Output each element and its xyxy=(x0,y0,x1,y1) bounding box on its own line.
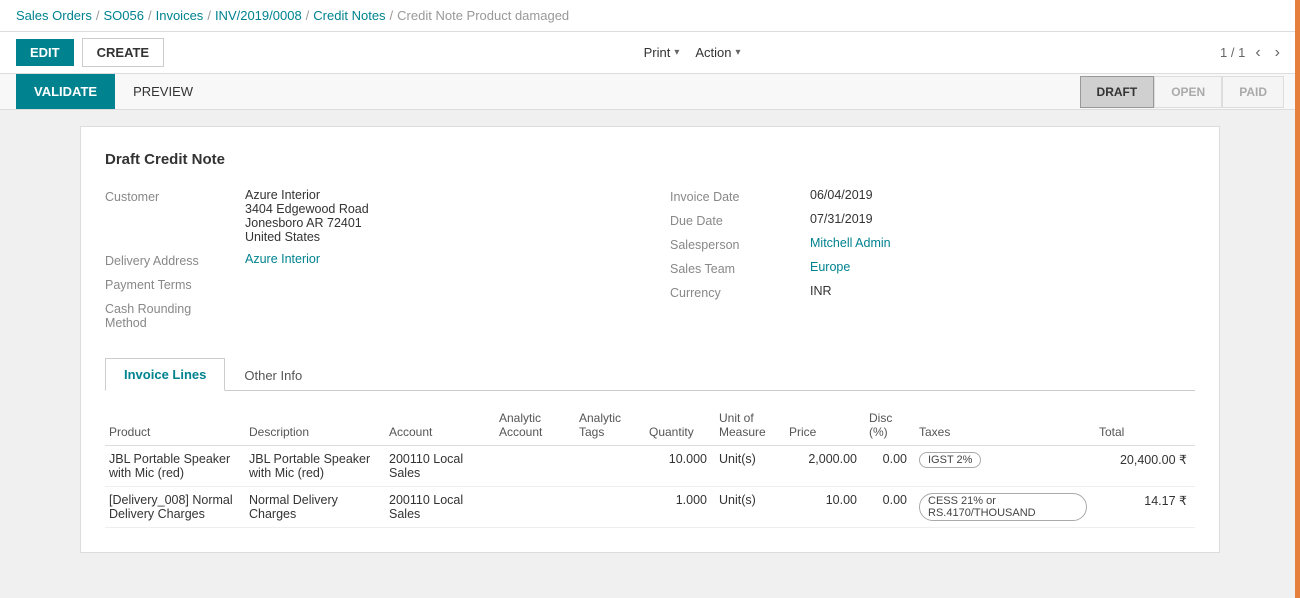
main-content: Draft Credit Note Customer Azure Interio… xyxy=(0,110,1300,569)
status-indicators: DRAFT OPEN PAID xyxy=(1080,76,1284,108)
row2-desc: Normal Delivery Charges xyxy=(245,487,385,528)
breadcrumb-sales-orders[interactable]: Sales Orders xyxy=(16,8,92,23)
col-header-qty: Quantity xyxy=(645,407,715,446)
row2-qty: 1.000 xyxy=(645,487,715,528)
invoice-date-value: 06/04/2019 xyxy=(810,188,873,202)
form-left: Customer Azure Interior 3404 Edgewood Ro… xyxy=(105,188,630,338)
due-date-field: Due Date 07/31/2019 xyxy=(670,212,1195,228)
col-header-account: Account xyxy=(385,407,495,446)
row1-product: JBL Portable Speaker with Mic (red) xyxy=(105,446,245,487)
breadcrumb-so056[interactable]: SO056 xyxy=(104,8,144,23)
tab-bar: Invoice Lines Other Info xyxy=(105,358,1195,391)
col-header-uom: Unit of Measure xyxy=(715,407,785,446)
row1-analytic-acc xyxy=(495,446,575,487)
invoice-lines-table: Product Description Account Analytic Acc… xyxy=(105,407,1195,528)
prev-button[interactable]: ‹ xyxy=(1251,44,1264,62)
row1-total: 20,400.00 ₹ xyxy=(1095,446,1195,487)
sales-team-field: Sales Team Europe xyxy=(670,260,1195,276)
salesperson-link[interactable]: Mitchell Admin xyxy=(810,236,891,250)
customer-addr1: 3404 Edgewood Road xyxy=(245,202,369,216)
row2-account: 200110 Local Sales xyxy=(385,487,495,528)
breadcrumb-current-page: Credit Note Product damaged xyxy=(397,8,569,23)
breadcrumb-invoices[interactable]: Invoices xyxy=(156,8,204,23)
status-draft: DRAFT xyxy=(1080,76,1155,108)
right-accent xyxy=(1295,0,1300,598)
row2-analytic-acc xyxy=(495,487,575,528)
row2-product: [Delivery_008] Normal Delivery Charges xyxy=(105,487,245,528)
row2-price: 10.00 xyxy=(785,487,865,528)
tab-other-info[interactable]: Other Info xyxy=(225,358,321,391)
invoice-date-field: Invoice Date 06/04/2019 xyxy=(670,188,1195,204)
row1-analytic-tags xyxy=(575,446,645,487)
customer-country-link[interactable]: United States xyxy=(245,230,369,244)
customer-name-link[interactable]: Azure Interior xyxy=(245,188,320,202)
table-row: JBL Portable Speaker with Mic (red) JBL … xyxy=(105,446,1195,487)
form-card: Draft Credit Note Customer Azure Interio… xyxy=(80,126,1220,553)
row1-price: 2,000.00 xyxy=(785,446,865,487)
next-button[interactable]: › xyxy=(1271,44,1284,62)
form-grid: Customer Azure Interior 3404 Edgewood Ro… xyxy=(105,188,1195,338)
action-caret-icon: ▾ xyxy=(736,47,741,58)
row1-qty: 10.000 xyxy=(645,446,715,487)
row1-disc: 0.00 xyxy=(865,446,915,487)
delivery-value-link[interactable]: Azure Interior xyxy=(245,252,320,266)
col-header-taxes: Taxes xyxy=(915,407,1095,446)
validate-button[interactable]: VALIDATE xyxy=(16,74,115,109)
form-right: Invoice Date 06/04/2019 Due Date 07/31/2… xyxy=(670,188,1195,338)
breadcrumb-inv[interactable]: INV/2019/0008 xyxy=(215,8,302,23)
action-bar: EDIT CREATE Print ▾ Action ▾ 1 / 1 ‹ › xyxy=(0,32,1300,74)
status-bar: VALIDATE PREVIEW DRAFT OPEN PAID xyxy=(0,74,1300,110)
row2-disc: 0.00 xyxy=(865,487,915,528)
currency-field: Currency INR xyxy=(670,284,1195,300)
row1-desc: JBL Portable Speaker with Mic (red) xyxy=(245,446,385,487)
table-header-row: Product Description Account Analytic Acc… xyxy=(105,407,1195,446)
edit-button[interactable]: EDIT xyxy=(16,39,74,66)
form-title: Draft Credit Note xyxy=(105,151,1195,168)
action-center: Print ▾ Action ▾ xyxy=(644,45,741,60)
breadcrumb-credit-notes[interactable]: Credit Notes xyxy=(313,8,385,23)
currency-value: INR xyxy=(810,284,832,298)
col-header-analytic-acc: Analytic Account xyxy=(495,407,575,446)
breadcrumb: Sales Orders / SO056 / Invoices / INV/20… xyxy=(0,0,1300,32)
customer-addr2: Jonesboro AR 72401 xyxy=(245,216,369,230)
col-header-total: Total xyxy=(1095,407,1195,446)
payment-terms-field: Payment Terms xyxy=(105,276,630,292)
customer-field: Customer Azure Interior 3404 Edgewood Ro… xyxy=(105,188,630,244)
row2-total: 14.17 ₹ xyxy=(1095,487,1195,528)
row2-uom: Unit(s) xyxy=(715,487,785,528)
delivery-address-field: Delivery Address Azure Interior xyxy=(105,252,630,268)
salesperson-field: Salesperson Mitchell Admin xyxy=(670,236,1195,252)
status-open: OPEN xyxy=(1154,76,1222,108)
due-date-value: 07/31/2019 xyxy=(810,212,873,226)
col-header-desc: Description xyxy=(245,407,385,446)
row1-uom: Unit(s) xyxy=(715,446,785,487)
status-paid: PAID xyxy=(1222,76,1284,108)
pagination: 1 / 1 ‹ › xyxy=(1220,44,1284,62)
col-header-analytic-tags: Analytic Tags xyxy=(575,407,645,446)
col-header-disc: Disc (%) xyxy=(865,407,915,446)
row2-analytic-tags xyxy=(575,487,645,528)
row1-account: 200110 Local Sales xyxy=(385,446,495,487)
create-button[interactable]: CREATE xyxy=(82,38,164,67)
preview-button[interactable]: PREVIEW xyxy=(119,74,207,109)
cash-rounding-field: Cash Rounding Method xyxy=(105,300,630,330)
print-caret-icon: ▾ xyxy=(674,47,679,58)
print-button[interactable]: Print ▾ xyxy=(644,45,680,60)
action-button[interactable]: Action ▾ xyxy=(695,45,740,60)
col-header-product: Product xyxy=(105,407,245,446)
row1-taxes: IGST 2% xyxy=(915,446,1095,487)
sales-team-link[interactable]: Europe xyxy=(810,260,850,274)
table-row: [Delivery_008] Normal Delivery Charges N… xyxy=(105,487,1195,528)
col-header-price: Price xyxy=(785,407,865,446)
row2-taxes: CESS 21% or RS.4170/THOUSAND xyxy=(915,487,1095,528)
tab-invoice-lines[interactable]: Invoice Lines xyxy=(105,358,225,391)
